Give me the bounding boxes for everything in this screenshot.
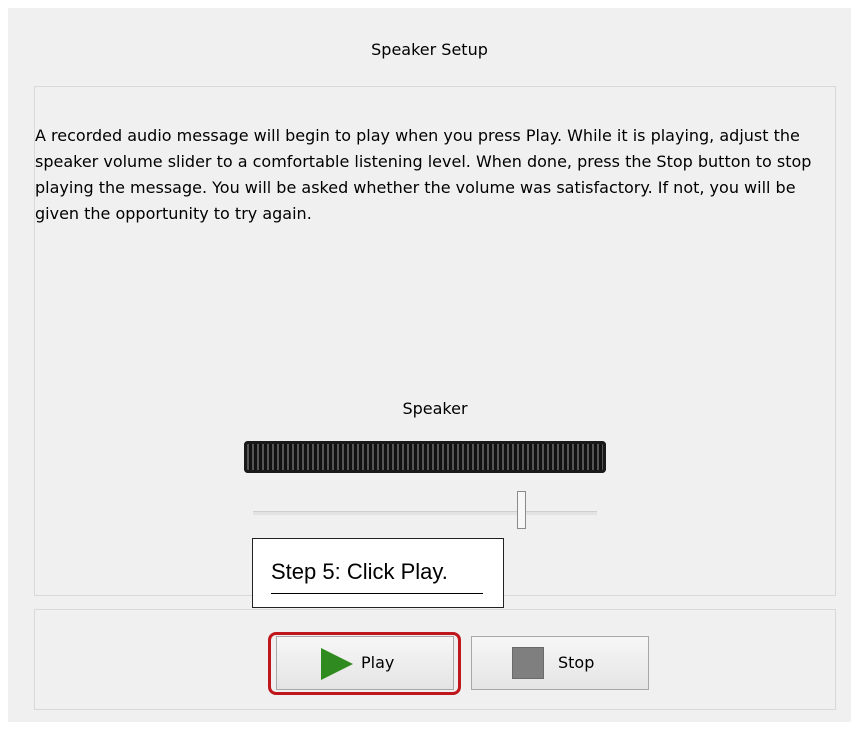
- speaker-setup-dialog: Speaker Setup A recorded audio message w…: [8, 8, 851, 722]
- callout-text: Step 5: Click Play.: [271, 559, 448, 584]
- speaker-label: Speaker: [402, 399, 468, 418]
- instructions-text: A recorded audio message will begin to p…: [35, 126, 812, 223]
- callout-underline: [271, 593, 483, 594]
- play-icon: [321, 648, 353, 680]
- volume-slider-track[interactable]: [253, 511, 597, 515]
- main-panel: A recorded audio message will begin to p…: [34, 86, 836, 596]
- instruction-callout: Step 5: Click Play.: [252, 538, 504, 608]
- stop-button[interactable]: Stop: [471, 636, 649, 690]
- play-button[interactable]: Play: [276, 636, 454, 690]
- dialog-title: Speaker Setup: [371, 40, 488, 59]
- button-panel: Play Stop: [34, 609, 836, 710]
- volume-slider-thumb[interactable]: [516, 491, 526, 529]
- stop-icon: [512, 647, 544, 679]
- play-button-label: Play: [361, 653, 395, 672]
- stop-button-label: Stop: [558, 653, 595, 672]
- speaker-level-meter: [244, 441, 606, 473]
